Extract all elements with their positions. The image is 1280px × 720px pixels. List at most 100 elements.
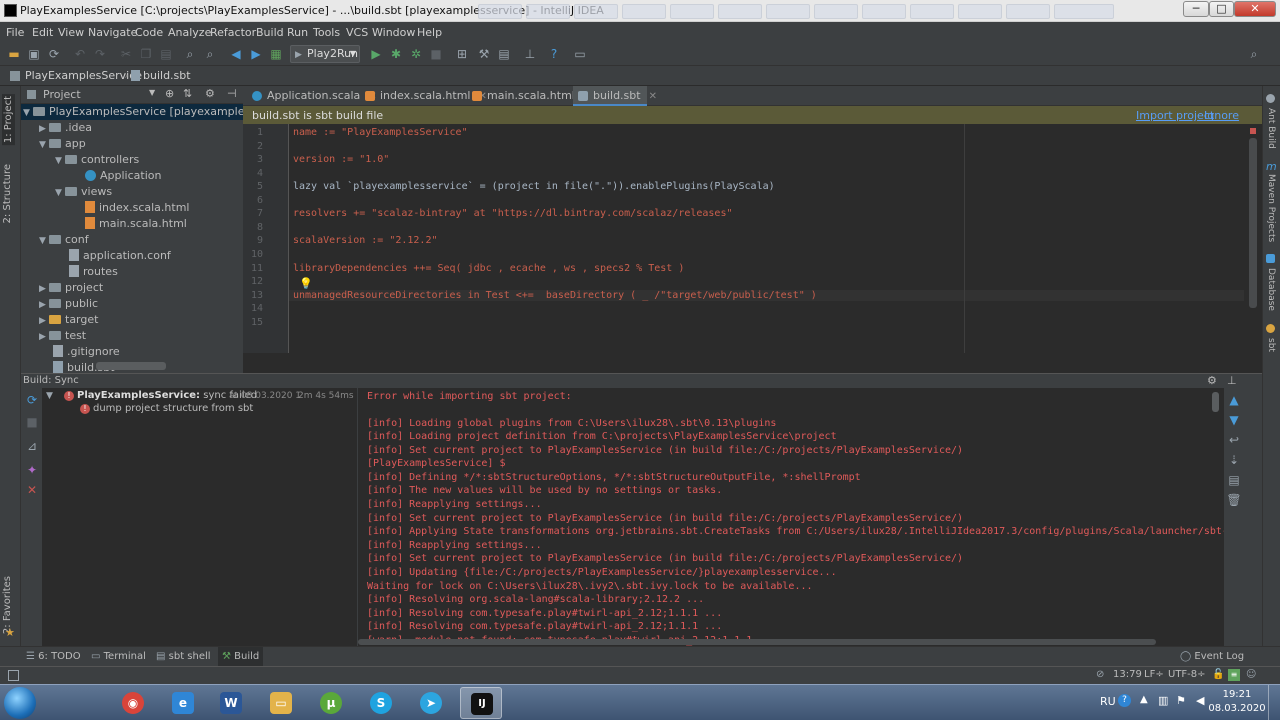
tree-item-views[interactable]: ▼ views bbox=[55, 184, 112, 200]
gear-icon[interactable]: ⚙ bbox=[205, 87, 215, 100]
background-browser-tab[interactable] bbox=[910, 4, 954, 19]
run-icon[interactable]: ▶ bbox=[368, 46, 384, 62]
tree-item-gitignore[interactable]: .gitignore bbox=[53, 344, 120, 360]
menu-refactor[interactable]: Refactor bbox=[210, 26, 256, 39]
editor-scrollbar[interactable] bbox=[1247, 124, 1262, 353]
tab-build-sbt[interactable]: build.sbt ✕ bbox=[573, 86, 657, 106]
background-browser-tab[interactable] bbox=[958, 4, 1002, 19]
tool-windows-icon[interactable] bbox=[8, 670, 19, 681]
structure-tool-tab[interactable]: 2: Structure bbox=[2, 164, 13, 223]
tree-item-application[interactable]: Application bbox=[85, 168, 161, 184]
sdk-icon[interactable]: ⊥ bbox=[522, 46, 538, 62]
scroll-to-end-icon[interactable]: ⇣ bbox=[1226, 452, 1242, 468]
menu-analyze[interactable]: Analyze bbox=[168, 26, 211, 39]
hide-icon[interactable]: ⊥ bbox=[1227, 374, 1237, 387]
error-marker[interactable] bbox=[1250, 128, 1256, 134]
collapse-all-icon[interactable]: ⇅ bbox=[183, 87, 192, 100]
background-browser-tab[interactable] bbox=[766, 4, 810, 19]
close-tab-icon[interactable]: ✕ bbox=[649, 91, 657, 102]
pin-icon[interactable]: ✦ bbox=[24, 462, 40, 478]
menu-window[interactable]: Window bbox=[372, 26, 415, 39]
file-encoding[interactable]: UTF-8÷ bbox=[1168, 669, 1206, 680]
import-project-link[interactable]: Import project bbox=[1136, 109, 1214, 122]
lock-icon[interactable]: 🔓 bbox=[1212, 669, 1224, 680]
find-icon[interactable]: ⌕ bbox=[182, 46, 198, 62]
database-tab[interactable]: Database bbox=[1266, 268, 1276, 311]
ignore-link[interactable]: Ignore bbox=[1204, 109, 1239, 122]
taskbar-app[interactable]: ➤ bbox=[410, 687, 452, 719]
todo-tool-tab[interactable]: ☰ 6: TODO bbox=[26, 647, 81, 667]
sync-icon[interactable]: ⟳ bbox=[24, 392, 40, 408]
background-browser-tab[interactable] bbox=[574, 4, 618, 19]
taskbar-app[interactable]: µ bbox=[310, 687, 352, 719]
search-everywhere-icon[interactable]: ⌕ bbox=[1246, 46, 1262, 62]
sbt-shell-tool-tab[interactable]: ▤ sbt shell bbox=[156, 647, 211, 667]
arrow-down-icon[interactable]: ▼ bbox=[1226, 412, 1242, 428]
close-icon[interactable]: ✕ bbox=[24, 482, 40, 498]
horizontal-scrollbar[interactable] bbox=[358, 639, 1156, 645]
taskbar-app[interactable]: e bbox=[162, 687, 204, 719]
tree-item-conf[interactable]: ▼ conf bbox=[39, 232, 89, 248]
menu-tools[interactable]: Tools bbox=[313, 26, 340, 39]
tree-item-application-conf[interactable]: application.conf bbox=[69, 248, 171, 264]
tree-item-project[interactable]: ▶ project bbox=[39, 280, 103, 296]
clock-time[interactable]: 19:21 bbox=[1212, 689, 1262, 700]
background-browser-tab[interactable] bbox=[670, 4, 714, 19]
chevron-down-icon[interactable]: ▼ bbox=[46, 391, 53, 401]
tab-main-scala-html[interactable]: main.scala.html✕ bbox=[467, 86, 591, 106]
vertical-scrollbar[interactable] bbox=[1212, 392, 1219, 412]
arrow-up-icon[interactable]: ▲ bbox=[1226, 392, 1242, 408]
taskbar-app[interactable]: ▭ bbox=[260, 687, 302, 719]
stop-icon[interactable]: ■ bbox=[24, 414, 40, 430]
start-button[interactable] bbox=[4, 687, 36, 719]
ant-build-tab[interactable]: Ant Build bbox=[1266, 108, 1276, 149]
build-console-output[interactable]: Error while importing sbt project: [info… bbox=[358, 388, 1224, 646]
coverage-icon[interactable]: ✲ bbox=[408, 46, 424, 62]
tab-application-scala[interactable]: Application.scala✕ bbox=[247, 86, 377, 106]
back-arrow-icon[interactable]: ◀ bbox=[228, 46, 244, 62]
build-tool-tab[interactable]: ⚒ Build bbox=[218, 647, 264, 667]
filter-icon[interactable]: ⊿ bbox=[24, 438, 40, 454]
replace-icon[interactable]: ⌕ bbox=[202, 46, 218, 62]
menu-vcs[interactable]: VCS bbox=[346, 26, 368, 39]
copy-icon[interactable]: ❐ bbox=[138, 46, 154, 62]
tree-item-idea[interactable]: ▶ .idea bbox=[39, 120, 92, 136]
input-language[interactable]: RU bbox=[1100, 695, 1116, 708]
menu-code[interactable]: Code bbox=[135, 26, 163, 39]
network-icon[interactable]: ▥ bbox=[1158, 694, 1168, 707]
terminal-tool-tab[interactable]: ▭ Terminal bbox=[91, 647, 146, 667]
run-configuration-select[interactable]: ▶ Play2Run ▼ bbox=[290, 45, 360, 63]
background-browser-tab[interactable] bbox=[622, 4, 666, 19]
menu-help[interactable]: Help bbox=[417, 26, 442, 39]
undo-icon[interactable]: ↶ bbox=[72, 46, 88, 62]
tree-item-routes[interactable]: routes bbox=[69, 264, 118, 280]
show-desktop-button[interactable] bbox=[1268, 685, 1280, 720]
debug-icon[interactable]: ✱ bbox=[388, 46, 404, 62]
tree-item-public[interactable]: ▶ public bbox=[39, 296, 98, 312]
sbt-status-icon[interactable]: ≡ bbox=[1228, 669, 1240, 681]
background-browser-tab[interactable] bbox=[478, 4, 522, 19]
menu-file[interactable]: File bbox=[6, 26, 24, 39]
chevron-down-icon[interactable]: ▼ bbox=[149, 88, 155, 97]
chevron-up-icon[interactable]: ▲ bbox=[1140, 694, 1148, 705]
tree-item-test[interactable]: ▶ test bbox=[39, 328, 86, 344]
maximize-button[interactable]: □ bbox=[1209, 1, 1234, 17]
project-panel-title[interactable]: Project bbox=[43, 88, 81, 101]
maven-projects-tab[interactable]: Maven Projects bbox=[1266, 174, 1276, 242]
minimize-button[interactable]: ─ bbox=[1183, 1, 1209, 17]
taskbar-app[interactable]: W bbox=[210, 687, 252, 719]
taskbar-app[interactable]: ◉ bbox=[112, 687, 154, 719]
forward-arrow-icon[interactable]: ▶ bbox=[248, 46, 264, 62]
breadcrumb-file[interactable]: build.sbt bbox=[143, 69, 191, 82]
build-project-icon[interactable]: ▦ bbox=[268, 46, 284, 62]
soft-wrap-icon[interactable]: ↩ bbox=[1226, 432, 1242, 448]
menu-run[interactable]: Run bbox=[287, 26, 308, 39]
tab-index-scala-html[interactable]: index.scala.html ✕ bbox=[360, 86, 487, 106]
sbt-tab[interactable]: sbt bbox=[1266, 338, 1276, 352]
vcs-icon[interactable]: ▭ bbox=[572, 46, 588, 62]
help-icon[interactable]: ? bbox=[1118, 694, 1131, 707]
background-browser-tab[interactable] bbox=[1006, 4, 1050, 19]
line-separator[interactable]: LF÷ bbox=[1144, 669, 1164, 680]
inspector-icon[interactable]: ☺ bbox=[1246, 669, 1256, 680]
print-icon[interactable]: ▤ bbox=[1226, 472, 1242, 488]
